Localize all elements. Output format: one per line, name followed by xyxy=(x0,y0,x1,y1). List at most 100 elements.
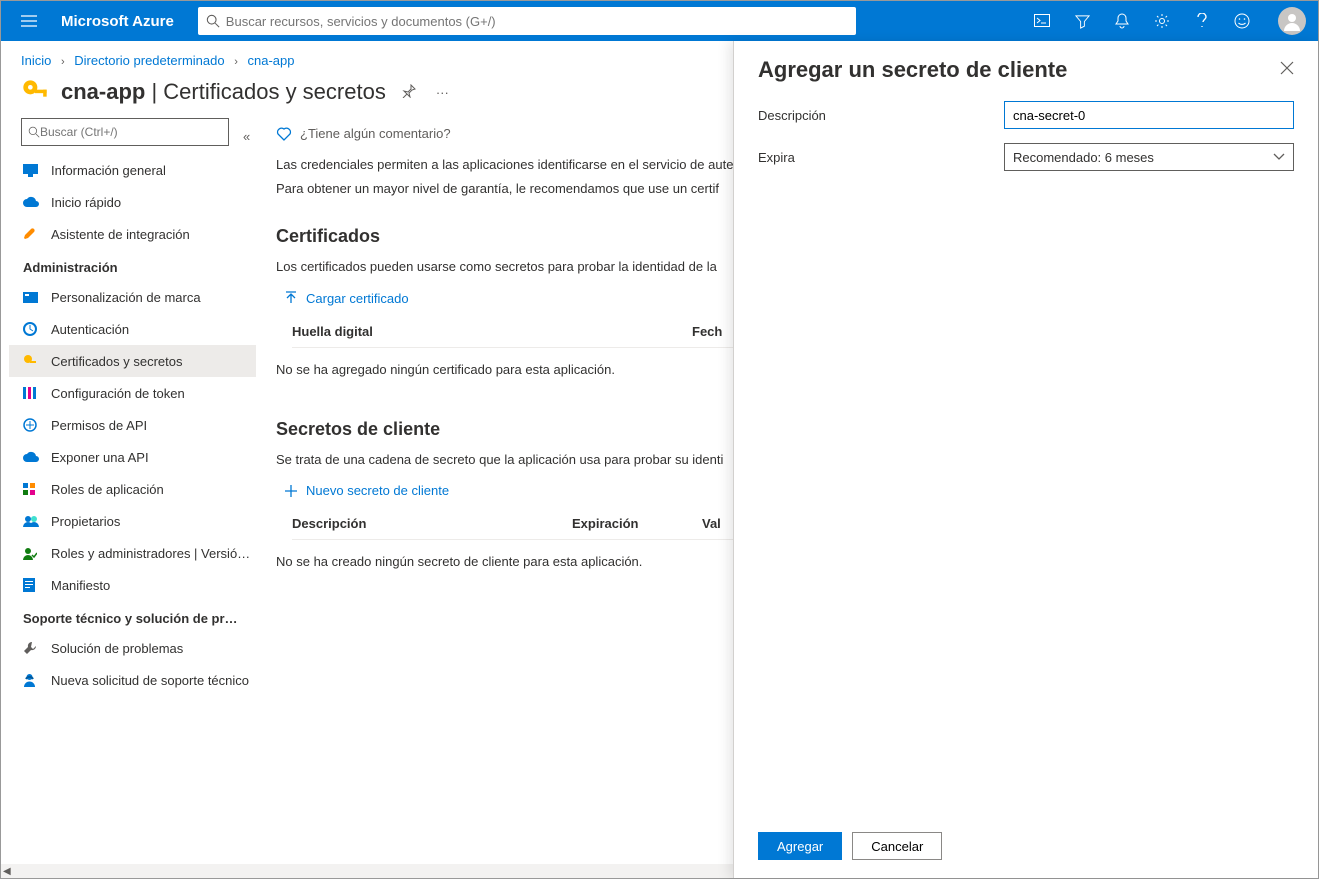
secret-col-exp: Expiración xyxy=(572,516,702,531)
nav-label: Configuración de token xyxy=(51,386,185,401)
nav-label: Certificados y secretos xyxy=(51,354,183,369)
upload-icon xyxy=(284,291,298,305)
nav-troubleshoot[interactable]: Solución de problemas xyxy=(9,632,256,664)
nav-branding[interactable]: Personalización de marca xyxy=(9,281,256,313)
roles-admin-icon xyxy=(23,547,37,560)
topbar-actions xyxy=(1022,1,1262,41)
plus-icon xyxy=(284,484,298,498)
description-input[interactable] xyxy=(1004,101,1294,129)
nav-auth[interactable]: Autenticación xyxy=(9,313,256,345)
smiley-icon xyxy=(1234,13,1250,29)
breadcrumb-directory[interactable]: Directorio predeterminado xyxy=(74,53,224,68)
breadcrumb-app[interactable]: cna-app xyxy=(248,53,295,68)
search-icon xyxy=(206,14,220,28)
user-icon xyxy=(1282,11,1302,31)
nav-app-roles[interactable]: Roles de aplicación xyxy=(9,473,256,505)
branding-icon xyxy=(23,292,38,303)
expires-label: Expira xyxy=(758,150,1004,165)
pin-button[interactable] xyxy=(398,80,420,105)
api-perms-icon xyxy=(23,418,37,432)
cancel-button[interactable]: Cancelar xyxy=(852,832,942,860)
auth-icon xyxy=(23,322,37,336)
nav-owners[interactable]: Propietarios xyxy=(9,505,256,537)
support-icon xyxy=(23,673,36,687)
collapse-sidenav-button[interactable]: « xyxy=(243,129,250,144)
app-roles-icon xyxy=(23,483,37,495)
global-search[interactable] xyxy=(198,7,856,35)
nav-label: Roles y administradores | Versió… xyxy=(51,546,250,561)
close-panel-button[interactable] xyxy=(1276,57,1298,82)
hamburger-icon xyxy=(21,15,37,27)
cloud-icon xyxy=(23,196,39,208)
breadcrumb-home[interactable]: Inicio xyxy=(21,53,51,68)
settings-button[interactable] xyxy=(1142,1,1182,41)
nav-manifest[interactable]: Manifiesto xyxy=(9,569,256,601)
secret-col-desc: Descripción xyxy=(292,516,572,531)
wrench-icon xyxy=(23,641,37,655)
gear-icon xyxy=(1154,13,1170,29)
more-button[interactable]: ··· xyxy=(432,81,453,104)
chevron-right-icon: › xyxy=(228,56,244,68)
filter-icon xyxy=(1075,14,1090,29)
avatar[interactable] xyxy=(1278,7,1306,35)
nav-integration[interactable]: Asistente de integración xyxy=(9,218,256,250)
bell-icon xyxy=(1115,13,1129,29)
nav-quickstart[interactable]: Inicio rápido xyxy=(9,186,256,218)
nav-label: Autenticación xyxy=(51,322,129,337)
group-admin: Administración xyxy=(9,250,256,281)
nav-label: Información general xyxy=(51,163,166,178)
nav-certs-secrets[interactable]: Certificados y secretos xyxy=(9,345,256,377)
nav-api-perms[interactable]: Permisos de API xyxy=(9,409,256,441)
expires-value: Recomendado: 6 meses xyxy=(1013,150,1154,165)
expose-api-icon xyxy=(23,451,39,463)
help-icon xyxy=(1197,13,1207,29)
group-support: Soporte técnico y solución de probl… xyxy=(9,601,256,632)
notifications-button[interactable] xyxy=(1102,1,1142,41)
directories-button[interactable] xyxy=(1062,1,1102,41)
chevron-down-icon xyxy=(1273,153,1285,161)
nav-token-config[interactable]: Configuración de token xyxy=(9,377,256,409)
sidenav: « Información general Inicio rápido Asis… xyxy=(1,118,256,878)
nav-label: Asistente de integración xyxy=(51,227,190,242)
search-icon xyxy=(28,126,40,138)
feedback-button[interactable] xyxy=(1222,1,1262,41)
nav-label: Manifiesto xyxy=(51,578,110,593)
nav-label: Exponer una API xyxy=(51,450,149,465)
brand-label[interactable]: Microsoft Azure xyxy=(57,13,190,30)
cert-col-thumbprint: Huella digital xyxy=(292,324,692,339)
nav-label: Nueva solicitud de soporte técnico xyxy=(51,673,249,688)
chevron-right-icon: › xyxy=(55,56,71,68)
cert-col-date: Fech xyxy=(692,324,722,339)
nav-support-request[interactable]: Nueva solicitud de soporte técnico xyxy=(9,664,256,696)
help-button[interactable] xyxy=(1182,1,1222,41)
nav-label: Personalización de marca xyxy=(51,290,201,305)
nav-overview[interactable]: Información general xyxy=(9,154,256,186)
nav-label: Solución de problemas xyxy=(51,641,183,656)
secret-col-val: Val xyxy=(702,516,721,531)
upload-cert-label: Cargar certificado xyxy=(306,291,409,306)
nav-roles-admin[interactable]: Roles y administradores | Versió… xyxy=(9,537,256,569)
nav-label: Propietarios xyxy=(51,514,120,529)
key-icon xyxy=(21,78,49,106)
topbar: Microsoft Azure xyxy=(1,1,1318,41)
nav-label: Inicio rápido xyxy=(51,195,121,210)
panel-title: Agregar un secreto de cliente xyxy=(758,57,1067,83)
token-icon xyxy=(23,387,37,399)
rocket-icon xyxy=(23,227,37,241)
expires-select[interactable]: Recomendado: 6 meses xyxy=(1004,143,1294,171)
nav-expose-api[interactable]: Exponer una API xyxy=(9,441,256,473)
sidenav-search[interactable] xyxy=(21,118,229,146)
cloud-shell-icon xyxy=(1034,14,1050,28)
nav-label: Permisos de API xyxy=(51,418,147,433)
pin-icon xyxy=(402,84,416,98)
close-icon xyxy=(1280,61,1294,75)
new-secret-label: Nuevo secreto de cliente xyxy=(306,483,449,498)
sidenav-search-input[interactable] xyxy=(40,125,222,139)
feedback-text: ¿Tiene algún comentario? xyxy=(300,126,451,141)
owners-icon xyxy=(23,515,39,527)
global-search-input[interactable] xyxy=(220,14,848,29)
cloud-shell-button[interactable] xyxy=(1022,1,1062,41)
hamburger-menu[interactable] xyxy=(9,1,49,41)
overview-icon xyxy=(23,164,38,177)
add-button[interactable]: Agregar xyxy=(758,832,842,860)
